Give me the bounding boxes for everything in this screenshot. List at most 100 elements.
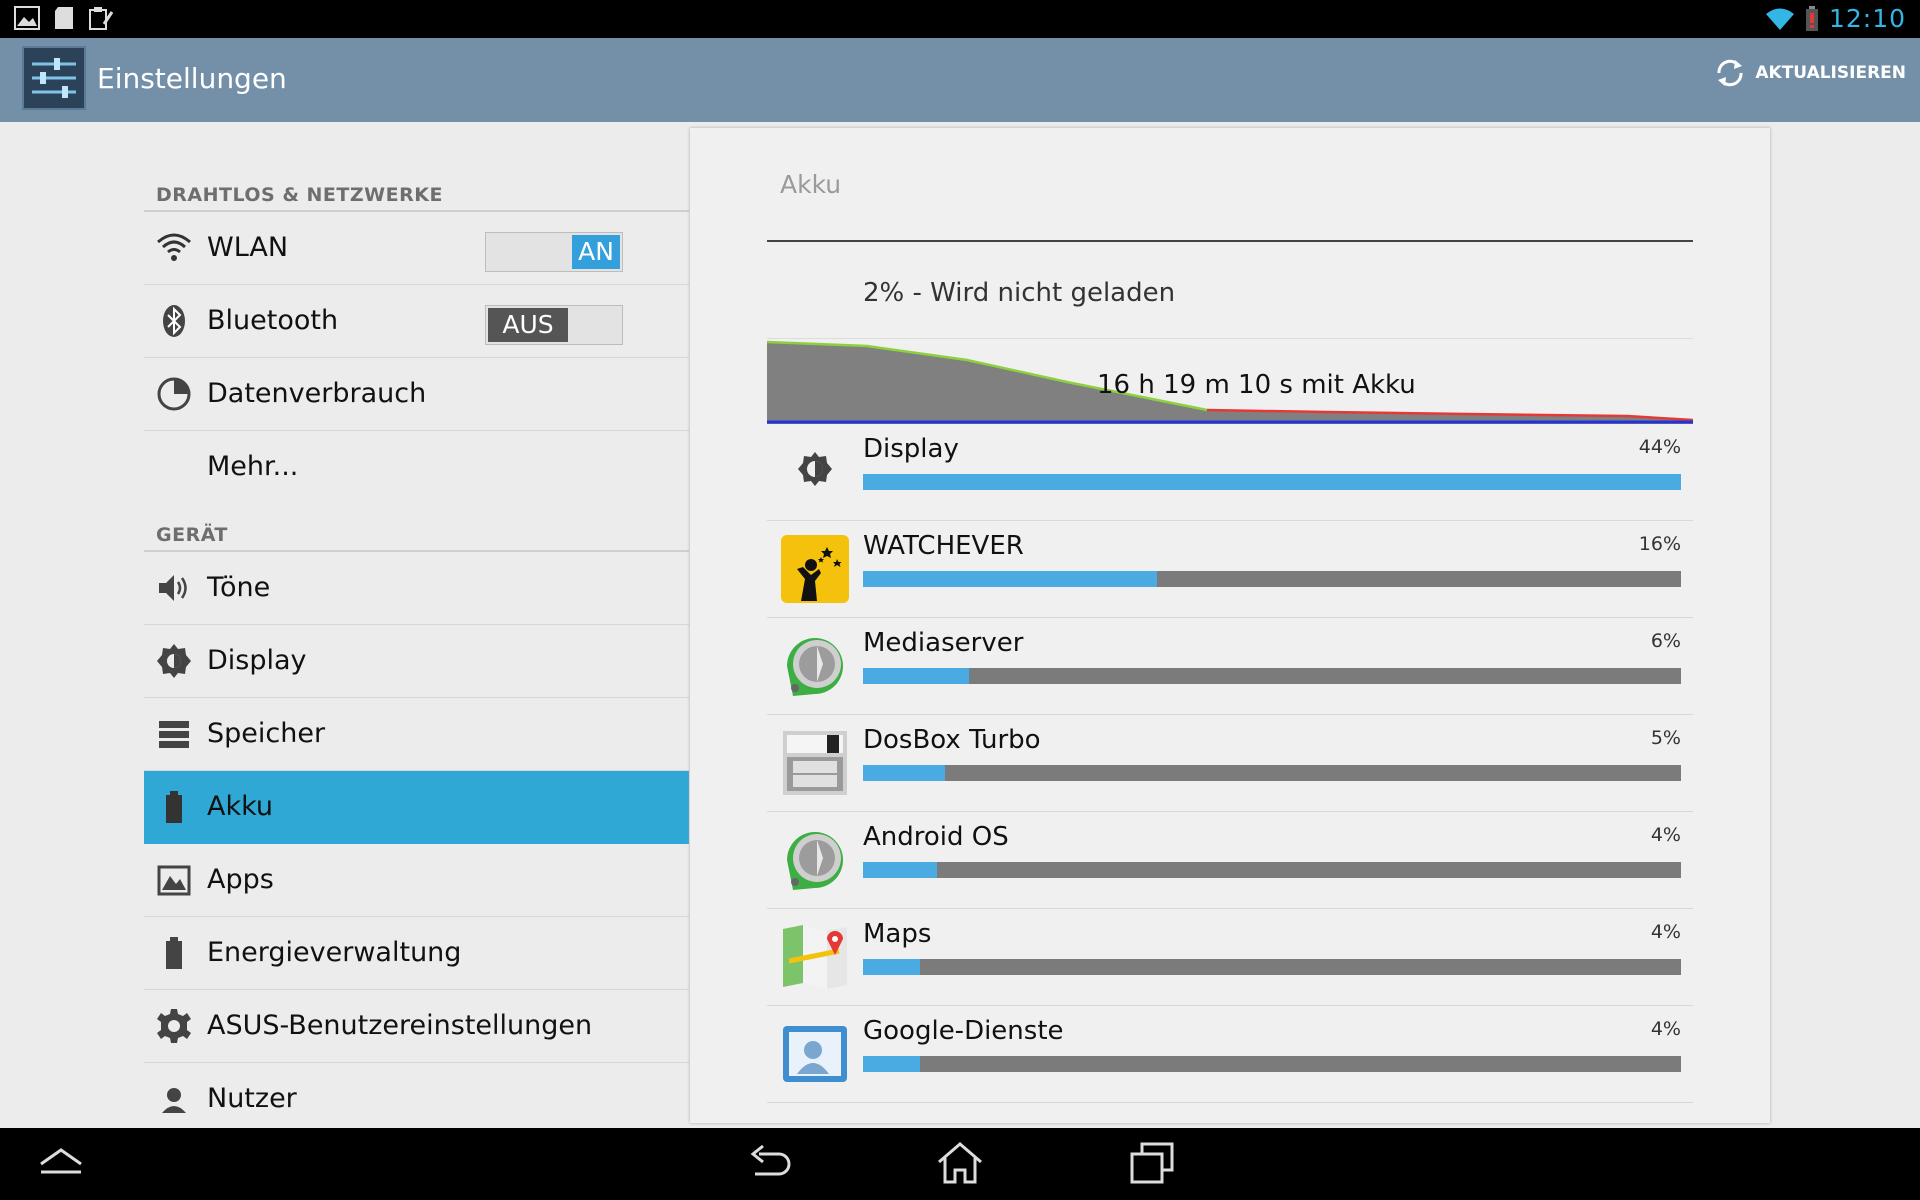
sidebar-item-asus-settings[interactable]: ASUS-Benutzereinstellungen <box>144 990 689 1063</box>
usage-row-watchever[interactable]: WATCHEVER 16% <box>767 521 1693 618</box>
usage-row-display[interactable]: Display 44% <box>767 424 1693 521</box>
page-title: Einstellungen <box>97 62 287 95</box>
expand-button[interactable] <box>38 1140 84 1188</box>
usage-percent: 5% <box>1650 727 1681 749</box>
sidebar-item-storage[interactable]: Speicher <box>144 698 689 771</box>
gallery-notification-icon <box>14 6 40 30</box>
usage-percent: 16% <box>1638 533 1681 555</box>
usage-row-maps[interactable]: Maps 4% <box>767 909 1693 1006</box>
chevron-up-icon <box>40 1148 82 1174</box>
battery-icon <box>166 937 182 969</box>
usage-bar <box>863 765 1681 781</box>
usage-bar-fill <box>863 862 937 878</box>
sidebar-item-users[interactable]: Nutzer <box>144 1063 689 1128</box>
usage-bar-fill <box>863 571 1158 587</box>
usage-app-name: Display <box>863 434 959 464</box>
android-system-icon <box>787 638 843 696</box>
brightness-icon <box>157 644 191 678</box>
sidebar-item-label: Nutzer <box>207 1083 297 1114</box>
sidebar-item-sound[interactable]: Töne <box>144 552 689 625</box>
sliders-icon <box>32 58 76 98</box>
usage-percent: 4% <box>1650 1018 1681 1040</box>
data-usage-icon <box>157 377 191 411</box>
wlan-toggle-label: AN <box>572 235 620 269</box>
battery-status-text: 2% - Wird nicht geladen <box>863 278 1176 308</box>
recent-apps-icon <box>1130 1142 1174 1184</box>
usage-bar <box>863 571 1681 587</box>
sidebar-item-display[interactable]: Display <box>144 625 689 698</box>
section-header-device: GERÄT <box>144 504 689 552</box>
settings-sidebar: DRAHTLOS & NETZWERKE WLAN AN Bluetooth A… <box>144 122 689 1128</box>
sidebar-item-bluetooth[interactable]: Bluetooth AUS <box>144 285 689 358</box>
divider <box>767 338 1693 339</box>
user-icon <box>162 1088 186 1113</box>
sidebar-item-power-management[interactable]: Energieverwaltung <box>144 917 689 990</box>
clock: 12:10 <box>1828 4 1906 33</box>
panel-title: Akku <box>780 170 842 199</box>
back-button[interactable] <box>745 1140 793 1190</box>
wifi-icon <box>157 233 191 261</box>
navigation-bar <box>0 1128 1920 1200</box>
usage-row-mediaserver[interactable]: Mediaserver 6% <box>767 618 1693 715</box>
content-area: DRAHTLOS & NETZWERKE WLAN AN Bluetooth A… <box>0 122 1920 1128</box>
usage-bar-fill <box>863 1056 921 1072</box>
sidebar-item-label: Energieverwaltung <box>207 937 462 968</box>
usage-row-google-services[interactable]: Google-Dienste 4% <box>767 1006 1693 1103</box>
bluetooth-icon <box>163 305 185 337</box>
sidebar-item-data-usage[interactable]: Datenverbrauch <box>144 358 689 431</box>
usage-percent: 4% <box>1650 921 1681 943</box>
settings-app-icon[interactable] <box>22 46 86 110</box>
sidebar-item-battery[interactable]: Akku <box>144 771 689 844</box>
sidebar-item-label: Apps <box>207 864 274 895</box>
usage-app-name: Mediaserver <box>863 628 1024 658</box>
sidebar-item-label: ASUS-Benutzereinstellungen <box>207 1010 593 1041</box>
divider <box>767 240 1693 242</box>
usage-bar-fill <box>863 668 970 684</box>
sidebar-item-wlan[interactable]: WLAN AN <box>144 212 689 285</box>
watchever-app-icon <box>781 535 849 603</box>
usage-app-name: WATCHEVER <box>863 531 1024 561</box>
sidebar-item-label: Display <box>207 645 307 676</box>
usage-app-name: Maps <box>863 919 932 949</box>
usage-bar <box>863 959 1681 975</box>
bluetooth-toggle[interactable]: AUS <box>485 305 623 345</box>
action-bar: Einstellungen AKTUALISIEREN <box>0 38 1920 122</box>
android-system-icon <box>787 832 843 890</box>
usage-row-android-os[interactable]: Android OS 4% <box>767 812 1693 909</box>
usage-app-name: Google-Dienste <box>863 1016 1064 1046</box>
usage-bar <box>863 862 1681 878</box>
sidebar-item-more[interactable]: Mehr... <box>144 431 689 504</box>
section-wireless-label: DRAHTLOS & NETZWERKE <box>156 184 443 206</box>
gear-icon <box>157 1009 191 1043</box>
usage-bar <box>863 668 1681 684</box>
sidebar-item-label: Akku <box>207 791 274 822</box>
usage-row-dosbox[interactable]: DosBox Turbo 5% <box>767 715 1693 812</box>
status-bar: 12:10 <box>0 0 1920 38</box>
refresh-label: AKTUALISIEREN <box>1755 63 1906 83</box>
wlan-toggle[interactable]: AN <box>485 232 623 272</box>
battery-icon <box>166 791 182 823</box>
sdcard-notification-icon <box>55 7 73 29</box>
section-device-label: GERÄT <box>156 524 228 546</box>
refresh-button[interactable]: AKTUALISIEREN <box>1713 56 1906 90</box>
battery-low-icon <box>1805 5 1818 31</box>
usage-bar-fill <box>863 959 921 975</box>
recent-apps-button[interactable] <box>1128 1140 1176 1190</box>
battery-history-graph[interactable]: 16 h 19 m 10 s mit Akku <box>766 340 1694 424</box>
usage-app-name: Android OS <box>863 822 1009 852</box>
clipboard-notification-icon <box>89 7 114 30</box>
sidebar-item-label: Speicher <box>207 718 326 749</box>
home-button[interactable] <box>935 1140 985 1190</box>
usage-bar-fill <box>863 765 945 781</box>
sidebar-item-label: Datenverbrauch <box>207 378 427 409</box>
sidebar-item-apps[interactable]: Apps <box>144 844 689 917</box>
battery-panel: Akku 2% - Wird nicht geladen 16 h 19 m 1… <box>690 128 1770 1123</box>
section-header-wireless: DRAHTLOS & NETZWERKE <box>144 164 689 212</box>
usage-bar <box>863 1056 1681 1072</box>
maps-app-icon <box>783 925 847 989</box>
usage-app-name: DosBox Turbo <box>863 725 1041 755</box>
apps-icon <box>157 865 191 896</box>
storage-icon <box>159 721 189 748</box>
refresh-icon <box>1717 59 1743 87</box>
wifi-status-icon <box>1765 8 1794 30</box>
